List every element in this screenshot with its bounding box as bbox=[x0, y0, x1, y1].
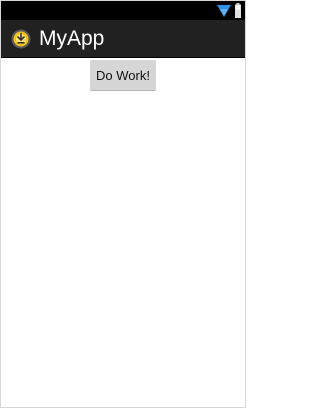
main-content: Do Work! bbox=[1, 58, 245, 407]
app-window: MyApp Do Work! bbox=[0, 0, 246, 408]
status-bar bbox=[1, 1, 245, 20]
action-bar: MyApp bbox=[1, 20, 245, 58]
do-work-button[interactable]: Do Work! bbox=[90, 60, 156, 91]
app-title: MyApp bbox=[39, 27, 105, 50]
app-launcher-icon[interactable] bbox=[11, 29, 31, 49]
battery-icon bbox=[235, 3, 241, 18]
wifi-icon bbox=[217, 5, 231, 17]
